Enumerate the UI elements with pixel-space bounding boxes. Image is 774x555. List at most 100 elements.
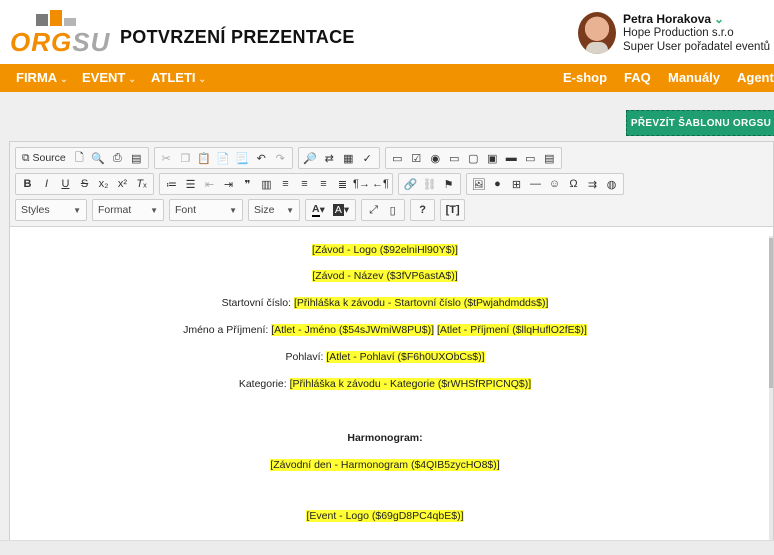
content-line-full-name: Jméno a Příjmení: [Atlet - Jméno ($54sJW… [10,324,760,336]
new-page-icon[interactable]: 🗋 [70,149,89,167]
toolbar-group-about: ? [410,199,436,221]
undo-icon[interactable]: ↶ [252,149,271,167]
blockquote-icon[interactable]: ❞ [238,175,257,193]
preview-icon[interactable]: 🔍 [89,149,108,167]
help-icon[interactable]: ? [413,201,432,219]
logo-square-orange [50,10,62,26]
select-icon[interactable]: ▣ [483,149,502,167]
unlink-icon[interactable]: ⛓ [420,175,439,193]
nav-eshop[interactable]: E-shop [563,70,607,85]
outdent-icon[interactable]: ⇤ [200,175,219,193]
paste-word-icon[interactable]: 📃 [233,149,252,167]
placeholder-tag[interactable]: [Závod - Logo ($92elniHl90Y$)] [312,244,458,256]
paste-icon[interactable]: 📋 [195,149,214,167]
placeholder-tag[interactable]: [Závod - Název ($3fVP6astA$)] [312,270,458,282]
bg-color-icon[interactable]: A ▾ [329,201,353,219]
smiley-icon[interactable]: ☺ [545,175,564,193]
placeholder-tag[interactable]: [Atlet - Jméno ($54sJWmiW8PU$)] [271,324,435,336]
font-dropdown[interactable]: Font ▼ [169,199,243,221]
form-icon[interactable]: ▭ [388,149,407,167]
placeholder-tag[interactable]: [Přihláška k závodu - Kategorie ($rWHSfR… [289,378,532,390]
special-char-icon[interactable]: Ω [564,175,583,193]
flash-icon[interactable]: ● [488,175,507,193]
toolbar-group-editing: 🔎 ⇄ ▦ ✓ [297,147,380,169]
select-all-icon[interactable]: ▦ [339,149,358,167]
placeholder-tag[interactable]: [Atlet - Příjmení ($llqHuflO2fE$)] [436,324,587,336]
subscript-icon[interactable]: x₂ [94,175,113,193]
align-right-icon[interactable]: ≡ [314,175,333,193]
placeholder-insert-icon[interactable]: [T] [443,201,462,219]
chevron-down-icon[interactable]: ⌄ [714,12,724,26]
underline-icon[interactable]: U [56,175,75,193]
print-icon[interactable]: ⎙ [108,149,127,167]
bold-icon[interactable]: B [18,175,37,193]
horizontal-rule-icon[interactable]: ― [526,175,545,193]
anchor-flag-icon[interactable]: ⚑ [439,175,458,193]
italic-icon[interactable]: I [37,175,56,193]
div-container-icon[interactable]: ▥ [257,175,276,193]
nav-manualy[interactable]: Manuály [668,70,720,85]
placeholder-tag[interactable]: [Závodní den - Harmonogram ($4QIB5zycHO8… [270,459,500,471]
nav-firma[interactable]: FIRMA ⌄ [16,70,68,85]
align-center-icon[interactable]: ≡ [295,175,314,193]
table-icon[interactable]: ⊞ [507,175,526,193]
textfield-icon[interactable]: ▭ [445,149,464,167]
superscript-icon[interactable]: x² [113,175,132,193]
replace-icon[interactable]: ⇄ [320,149,339,167]
redo-icon[interactable]: ↷ [271,149,290,167]
maximize-icon[interactable]: ⤢ [364,201,383,219]
radio-icon[interactable]: ◉ [426,149,445,167]
link-icon[interactable]: 🔗 [401,175,420,193]
chevron-down-icon: ⌄ [198,74,207,84]
placeholder-tag[interactable]: [Přihláška k závodu - Startovní číslo ($… [293,297,549,309]
placeholder-tag[interactable]: [Event - Logo ($69gD8PC4qbE$)] [306,510,464,522]
text-color-icon[interactable]: A ▾ [308,201,329,219]
nav-agent[interactable]: Agent [737,70,774,85]
justify-icon[interactable]: ≣ [333,175,352,193]
size-dropdown[interactable]: Size ▼ [248,199,300,221]
iframe-globe-icon[interactable]: ◍ [602,175,621,193]
show-blocks-icon[interactable]: ▯ [383,201,402,219]
bulleted-list-icon[interactable]: ☰ [181,175,200,193]
page-break-icon[interactable]: ⇉ [583,175,602,193]
nav-event[interactable]: EVENT ⌄ [82,70,136,85]
placeholder-tag[interactable]: [Atlet - Pohlaví ($F6h0UXObCs$)] [326,351,485,363]
strikethrough-icon[interactable]: S [75,175,94,193]
numbered-list-icon[interactable]: ≔ [162,175,181,193]
editor-scrollbar[interactable] [769,236,773,546]
rtl-icon[interactable]: ←¶ [371,175,390,193]
content-line-event-logo: [Event - Logo ($69gD8PC4qbE$)] [10,510,760,522]
avatar[interactable] [578,12,616,54]
find-icon[interactable]: 🔎 [301,149,320,167]
take-template-button[interactable]: PŘEVZÍT ŠABLONU ORGSU [626,110,774,136]
image-icon[interactable]: 🖼 [469,175,488,193]
align-left-icon[interactable]: ≡ [276,175,295,193]
copy-icon[interactable]: ❐ [176,149,195,167]
styles-dropdown[interactable]: Styles ▼ [15,199,87,221]
orgsu-logo[interactable]: ORGSU [10,10,109,57]
templates-icon[interactable]: ▤ [127,149,146,167]
spellcheck-icon[interactable]: ✓ [358,149,377,167]
editor-toolbar: ⧉ Source 🗋 🔍 ⎙ ▤ ✂ ❐ 📋 📄 📃 ↶ ↷ 🔎 ⇄ ▦ ✓ ▭… [10,142,773,227]
nav-atleti[interactable]: ATLETI ⌄ [151,70,206,85]
paste-text-icon[interactable]: 📄 [214,149,233,167]
user-name[interactable]: Petra Horakova ⌄ [623,12,724,26]
remove-format-icon[interactable]: Tₓ [132,175,151,193]
ltr-icon[interactable]: ¶→ [352,175,371,193]
nav-faq[interactable]: FAQ [624,70,651,85]
image-button-icon[interactable]: ▭ [521,149,540,167]
format-dropdown[interactable]: Format ▼ [92,199,164,221]
indent-icon[interactable]: ⇥ [219,175,238,193]
toolbar-group-document: ⧉ Source 🗋 🔍 ⎙ ▤ [15,147,149,169]
button-icon[interactable]: ▬ [502,149,521,167]
content-line-gender: Pohlaví: [Atlet - Pohlaví ($F6h0UXObCs$)… [10,351,760,363]
logo-square-grey [36,14,48,26]
source-button[interactable]: ⧉ Source [18,149,70,167]
editor-content[interactable]: [Závod - Logo ($92elniHl90Y$)] [Závod - … [10,228,773,555]
textarea-icon[interactable]: ▢ [464,149,483,167]
hidden-field-icon[interactable]: ▤ [540,149,559,167]
user-menu[interactable]: Petra Horakova ⌄ Hope Production s.r.o Su… [578,10,774,56]
checkbox-icon[interactable]: ☑ [407,149,426,167]
cut-icon[interactable]: ✂ [157,149,176,167]
content-line-schedule: [Závodní den - Harmonogram ($4QIB5zycHO8… [10,459,760,471]
